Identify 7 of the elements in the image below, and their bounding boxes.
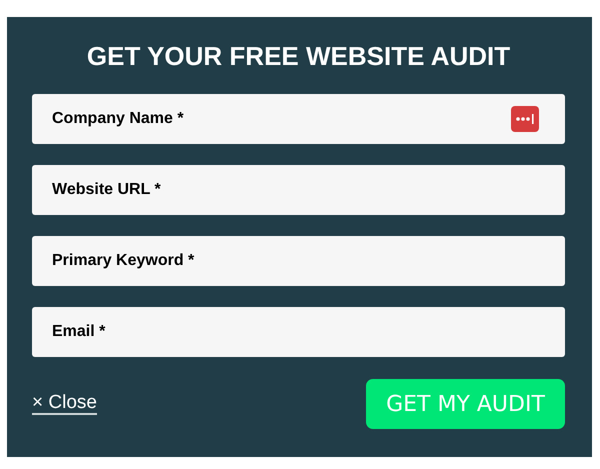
close-link[interactable]: × Close: [32, 392, 97, 416]
input-field[interactable]: Website URL *: [32, 165, 565, 215]
password-manager-icon[interactable]: [511, 106, 539, 132]
form-title: GET YOUR FREE WEBSITE AUDIT: [86, 41, 512, 72]
input-field[interactable]: Email *: [32, 307, 565, 357]
input-field[interactable]: Company Name *: [32, 94, 565, 144]
input-field[interactable]: Primary Keyword *: [32, 236, 565, 286]
